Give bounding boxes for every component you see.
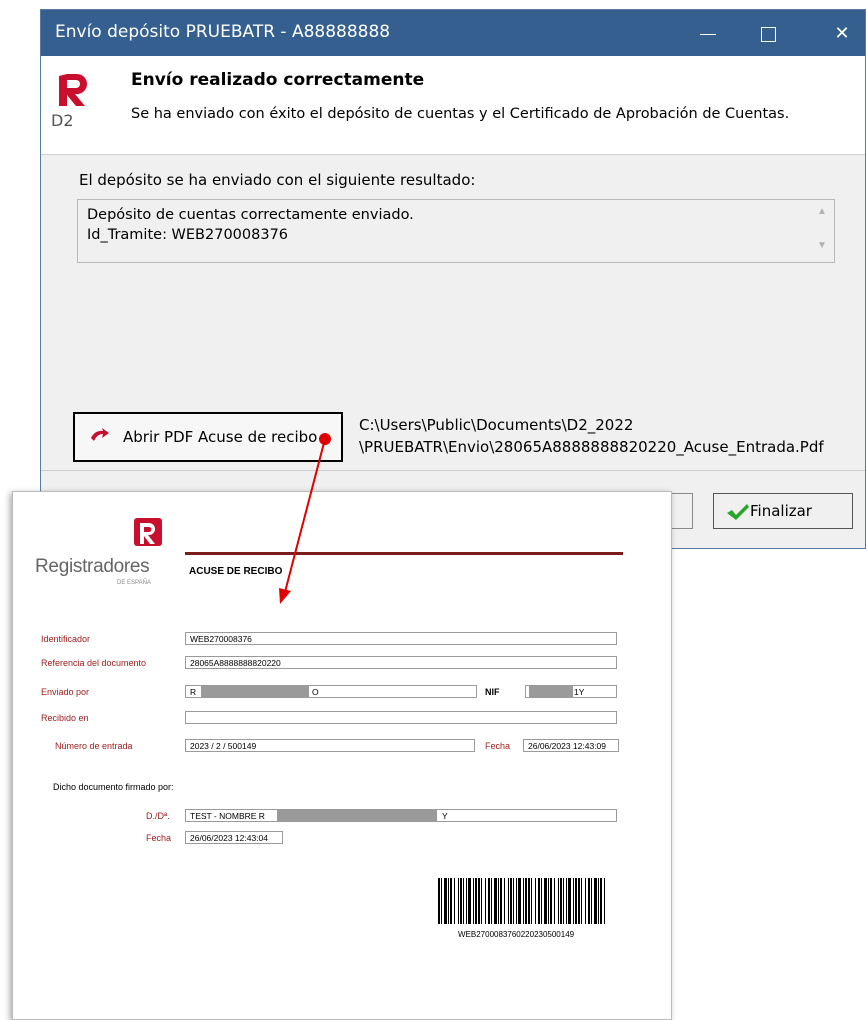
annotation-arrow xyxy=(279,433,331,604)
